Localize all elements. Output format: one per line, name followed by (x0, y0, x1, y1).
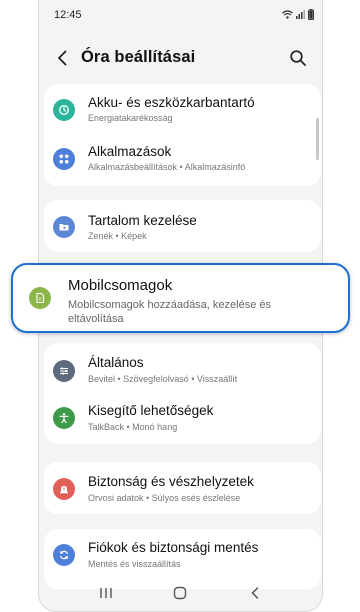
item-title: Általános (88, 355, 144, 370)
signal-icon (296, 10, 305, 19)
item-subtitle: Mobilcsomagok hozzáadása, kezelése és el… (68, 299, 272, 325)
item-title: Kisegítő lehetőségek (88, 403, 214, 418)
content-folder-icon (53, 216, 75, 238)
back-arrow-icon[interactable] (53, 48, 73, 68)
item-subtitle: Zenék • Képek (88, 231, 147, 241)
settings-item-content[interactable]: Tartalom kezelése Zenék • Képek (44, 200, 321, 252)
item-title: Alkalmazások (88, 144, 172, 159)
item-subtitle: TalkBack • Monó hang (88, 422, 178, 432)
settings-item-safety[interactable]: Biztonság és vészhelyzetek Orvosi adatok… (44, 462, 321, 514)
esim-icon: e (29, 287, 51, 309)
item-subtitle: Orvosi adatok • Súlyos esés észlelése (88, 493, 241, 503)
recent-apps-button[interactable] (95, 582, 117, 604)
item-title: Mobilcsomagok (68, 277, 173, 294)
status-icons (282, 9, 314, 20)
settings-group-battery-apps: Akku- és eszközkarbantartó Energiatakaré… (44, 84, 321, 186)
settings-item-accessibility[interactable]: Kisegítő lehetőségek TalkBack • Monó han… (44, 393, 321, 444)
item-title: Fiókok és biztonsági mentés (88, 540, 259, 555)
home-button[interactable] (169, 582, 191, 604)
settings-item-general[interactable]: Általános Bevitel • Szövegfelolvasó • Vi… (44, 343, 321, 393)
item-subtitle: Bevitel • Szövegfelolvasó • Visszaállít (88, 374, 238, 384)
battery-icon (308, 9, 314, 20)
scrollbar[interactable] (316, 118, 319, 160)
settings-group-safety: Biztonság és vészhelyzetek Orvosi adatok… (44, 462, 321, 514)
navigation-bar (39, 575, 322, 611)
sync-icon (53, 544, 75, 566)
search-icon[interactable] (288, 48, 308, 68)
item-title: Akku- és eszközkarbantartó (88, 95, 255, 110)
apps-icon (53, 148, 75, 170)
home-icon (174, 586, 187, 600)
item-subtitle: Alkalmazásbeállítások • Alkalmazásinfó (88, 162, 246, 172)
app-header: Óra beállításai (39, 40, 322, 76)
device-care-icon (53, 99, 75, 121)
item-subtitle: Energiatakarékosság (88, 113, 173, 123)
wifi-icon (282, 10, 293, 19)
back-chevron-icon (251, 587, 259, 599)
sliders-icon (53, 360, 75, 382)
page-title: Óra beállításai (81, 48, 196, 66)
settings-group-general: Általános Bevitel • Szövegfelolvasó • Vi… (44, 343, 321, 444)
item-subtitle: Mentés és visszaállítás (88, 559, 181, 569)
svg-text:e: e (39, 296, 42, 302)
settings-group-content: Tartalom kezelése Zenék • Képek (44, 200, 321, 252)
item-title: Tartalom kezelése (88, 213, 197, 228)
recent-apps-icon (100, 588, 112, 598)
settings-item-mobile-plans[interactable]: e Mobilcsomagok Mobilcsomagok hozzáadása… (11, 263, 350, 333)
accessibility-icon (53, 407, 75, 429)
emergency-icon (53, 478, 75, 500)
item-title: Biztonság és vészhelyzetek (88, 474, 254, 489)
back-button[interactable] (244, 582, 266, 604)
settings-item-accounts[interactable]: Fiókok és biztonsági mentés Mentés és vi… (44, 529, 321, 577)
settings-item-apps[interactable]: Alkalmazások Alkalmazásbeállítások • Alk… (44, 135, 321, 186)
status-time: 12:45 (54, 9, 82, 21)
settings-item-device-care[interactable]: Akku- és eszközkarbantartó Energiatakaré… (44, 84, 321, 135)
status-bar: 12:45 (39, 0, 322, 30)
